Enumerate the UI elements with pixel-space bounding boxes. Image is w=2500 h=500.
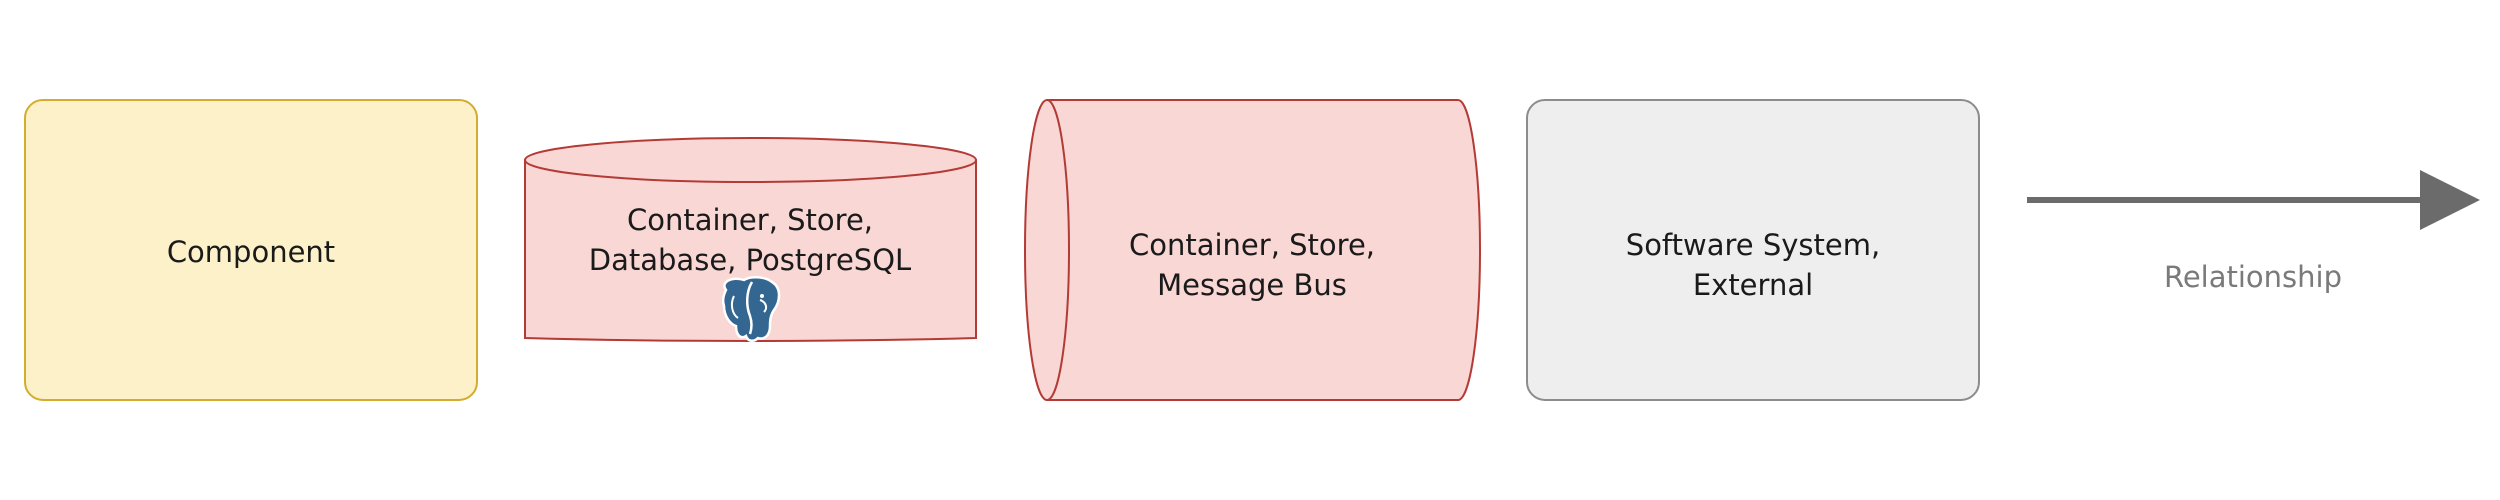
relationship-shape[interactable]: Relationship [2027,170,2480,294]
external-system-shape[interactable]: Software System, External [1526,99,1980,401]
external-system-label-line-1: Software System, [1626,228,1880,262]
message-bus-label-line-2: Message Bus [1157,268,1347,302]
component-label: Component [167,235,335,269]
external-system-label-line-2: External [1693,268,1813,302]
database-label-line-2: Database, PostgreSQL [589,243,911,277]
arrow-right-icon [2420,170,2480,230]
database-cylinder-top [524,137,977,183]
relationship-label: Relationship [2164,260,2342,294]
c4-legend-diagram: Component Container, Store, Database, Po… [24,99,2480,401]
message-bus-label-line-1: Container, Store, [1129,228,1375,262]
database-shape[interactable]: Container, Store, Database, PostgreSQL [524,137,977,342]
component-shape[interactable]: Component [24,99,478,401]
message-bus-cylinder-end [1024,99,1070,401]
database-label-line-1: Container, Store, [627,203,873,237]
message-bus-shape[interactable]: Container, Store, Message Bus [1024,99,1481,401]
